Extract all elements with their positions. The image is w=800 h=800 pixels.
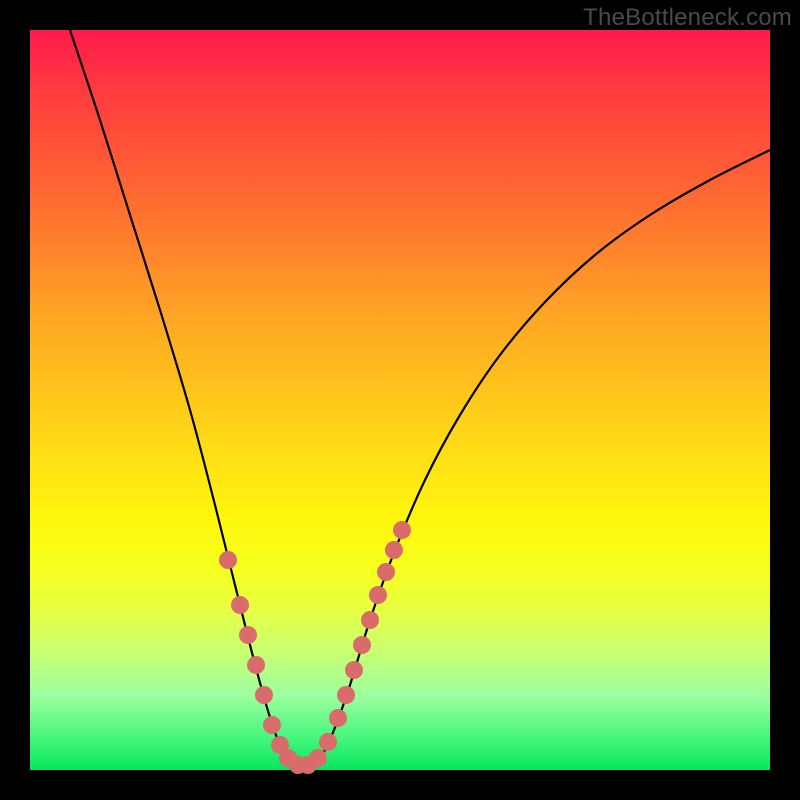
chart-svg bbox=[30, 30, 770, 770]
marker-dot bbox=[255, 686, 273, 704]
marker-dot bbox=[329, 709, 347, 727]
marker-dot bbox=[319, 733, 337, 751]
chart-frame: TheBottleneck.com bbox=[0, 0, 800, 800]
marker-dot bbox=[393, 521, 411, 539]
marker-dot bbox=[219, 551, 237, 569]
curve-markers bbox=[219, 521, 411, 774]
marker-dot bbox=[385, 541, 403, 559]
marker-dot bbox=[377, 563, 395, 581]
marker-dot bbox=[369, 586, 387, 604]
marker-dot bbox=[263, 716, 281, 734]
watermark-text: TheBottleneck.com bbox=[583, 4, 792, 32]
marker-dot bbox=[231, 596, 249, 614]
marker-dot bbox=[337, 686, 355, 704]
marker-dot bbox=[361, 611, 379, 629]
marker-dot bbox=[247, 656, 265, 674]
marker-dot bbox=[345, 661, 363, 679]
marker-dot bbox=[353, 636, 371, 654]
plot-area bbox=[30, 30, 770, 770]
marker-dot bbox=[309, 749, 327, 767]
marker-dot bbox=[239, 626, 257, 644]
bottleneck-curve bbox=[70, 30, 770, 766]
